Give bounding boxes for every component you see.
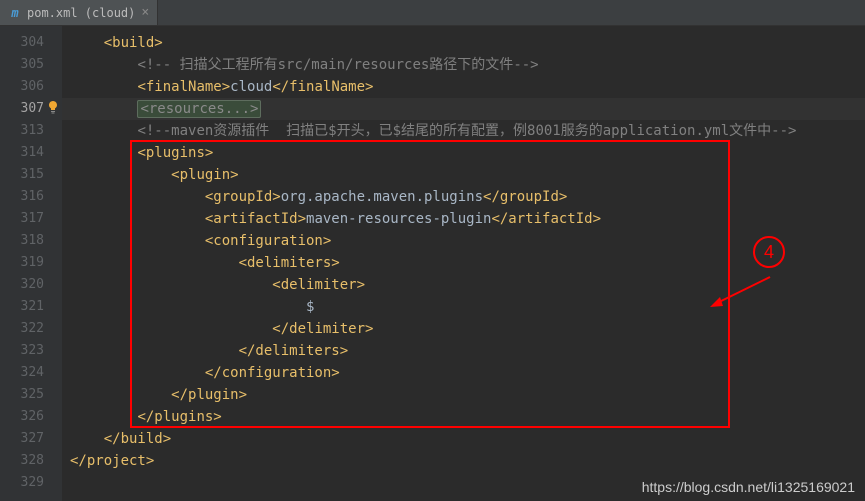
code-line: <delimiters> [62, 252, 865, 274]
line-number: 319 [0, 252, 62, 274]
line-number: 314 [0, 142, 62, 164]
code-line: </build> [62, 428, 865, 450]
lightbulb-icon[interactable] [46, 100, 60, 114]
line-number: 307 [0, 98, 62, 120]
code-content[interactable]: <build> <!-- 扫描父工程所有src/main/resources路径… [62, 26, 865, 501]
line-number: 304 [0, 32, 62, 54]
line-number: 329 [0, 472, 62, 494]
code-line: <plugins> [62, 142, 865, 164]
line-number: 322 [0, 318, 62, 340]
annotation-number: 4 [764, 242, 774, 263]
line-number: 320 [0, 274, 62, 296]
line-number: 315 [0, 164, 62, 186]
annotation-arrow-icon [705, 272, 775, 312]
annotation-circle: 4 [753, 236, 785, 268]
line-number: 321 [0, 296, 62, 318]
code-line: </plugin> [62, 384, 865, 406]
code-line: <build> [62, 32, 865, 54]
close-icon[interactable]: × [141, 5, 149, 20]
code-line: <finalName>cloud</finalName> [62, 76, 865, 98]
line-number: 313 [0, 120, 62, 142]
line-number: 318 [0, 230, 62, 252]
code-line: </configuration> [62, 362, 865, 384]
code-line: </project> [62, 450, 865, 472]
line-number: 327 [0, 428, 62, 450]
line-number: 325 [0, 384, 62, 406]
code-line: <configuration> [62, 230, 865, 252]
line-number: 328 [0, 450, 62, 472]
line-number: 305 [0, 54, 62, 76]
line-gutter: 304 305 306 307 313 314 315 316 317 318 … [0, 26, 62, 501]
line-number: 306 [0, 76, 62, 98]
tab-filename: pom.xml (cloud) [27, 6, 135, 20]
line-number: 323 [0, 340, 62, 362]
code-line: <plugin> [62, 164, 865, 186]
line-number: 326 [0, 406, 62, 428]
code-line: <artifactId>maven-resources-plugin</arti… [62, 208, 865, 230]
code-line: <!-- 扫描父工程所有src/main/resources路径下的文件--> [62, 54, 865, 76]
tab-bar: m pom.xml (cloud) × [0, 0, 865, 26]
code-line: </delimiter> [62, 318, 865, 340]
editor-area: 304 305 306 307 313 314 315 316 317 318 … [0, 26, 865, 501]
line-number: 316 [0, 186, 62, 208]
code-line: </plugins> [62, 406, 865, 428]
code-line: <groupId>org.apache.maven.plugins</group… [62, 186, 865, 208]
file-tab[interactable]: m pom.xml (cloud) × [0, 0, 158, 25]
maven-file-icon: m [8, 6, 22, 20]
watermark-text: https://blog.csdn.net/li1325169021 [642, 479, 855, 495]
code-line: <!--maven资源插件 扫描已$开头，已$结尾的所有配置，例8001服务的a… [62, 120, 865, 142]
code-line-active: <resources...> [62, 98, 865, 120]
code-line: </delimiters> [62, 340, 865, 362]
line-number: 324 [0, 362, 62, 384]
line-number: 317 [0, 208, 62, 230]
